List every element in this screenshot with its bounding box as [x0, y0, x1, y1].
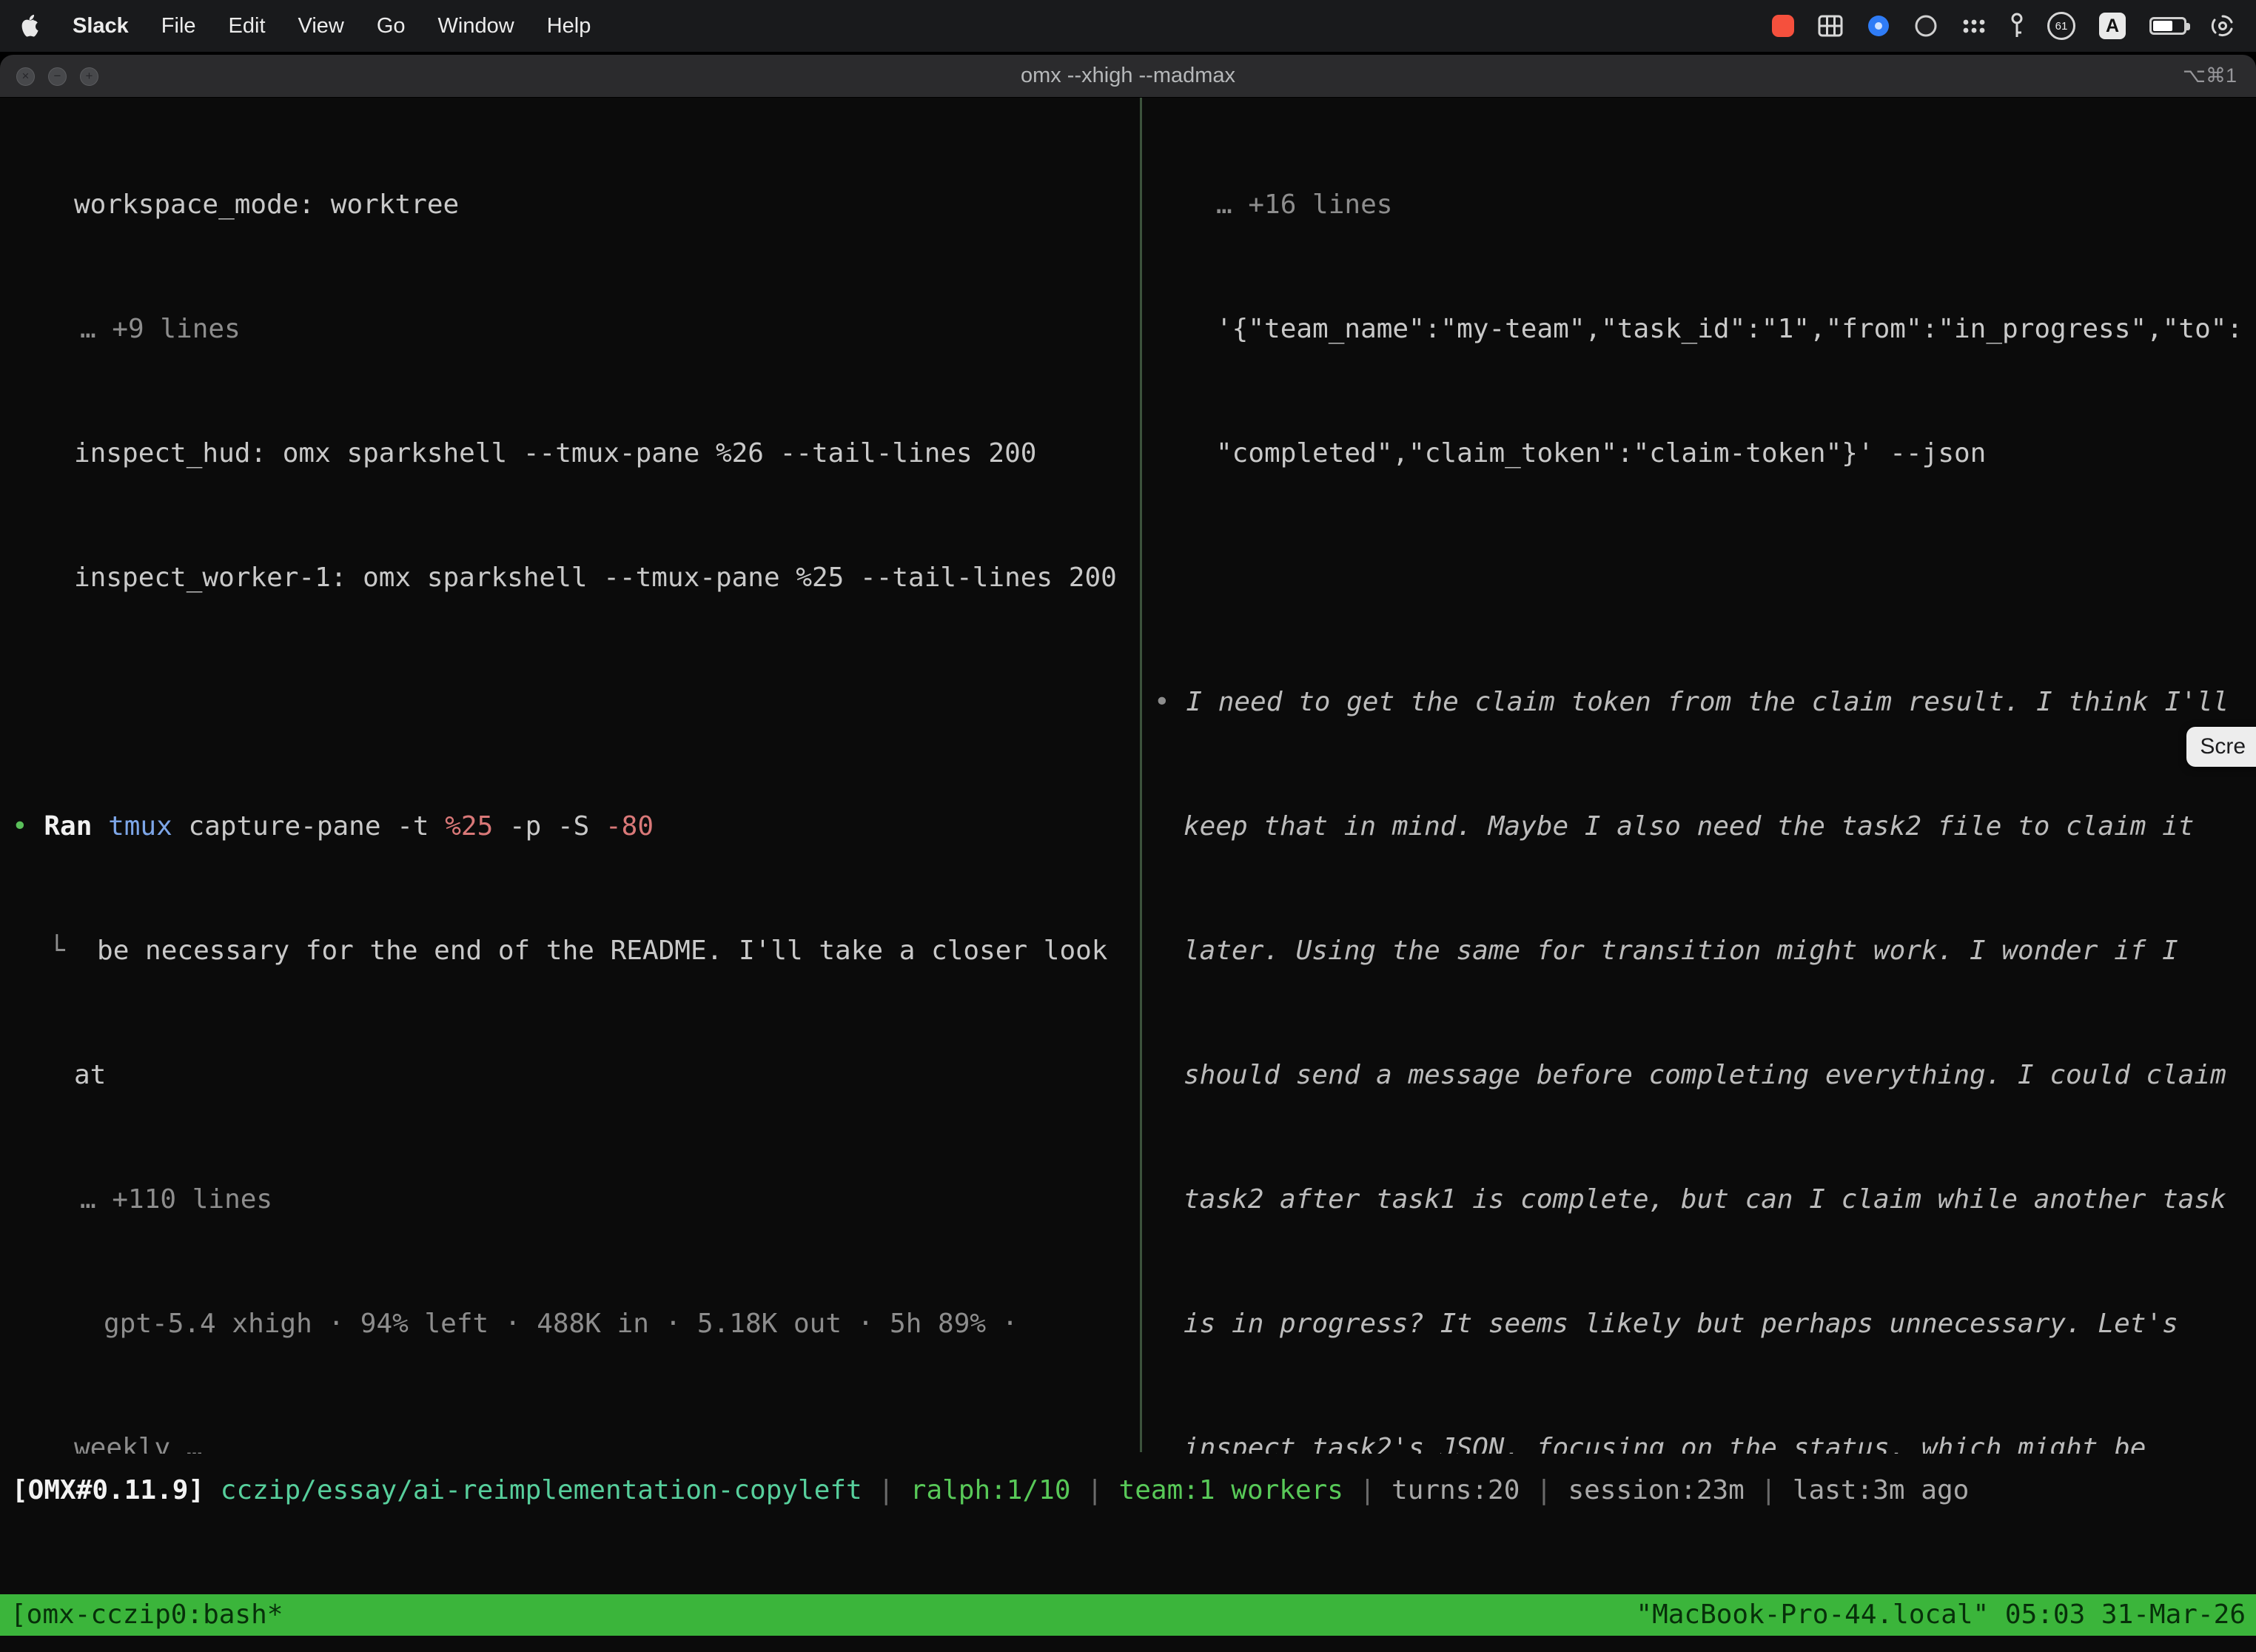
thinking-line: task2 after task1 is complete, but can I…	[1142, 1179, 2256, 1220]
omx-turns: turns:20	[1391, 1475, 1520, 1505]
menu-edit[interactable]: Edit	[229, 14, 266, 38]
thinking-line: is in progress? It seems likely but perh…	[1142, 1303, 2256, 1345]
screen-share-tooltip: Scre	[2186, 727, 2256, 767]
close-button[interactable]: ×	[16, 67, 35, 86]
output-connector: └	[49, 936, 97, 966]
command-output: weekly …	[0, 1428, 1140, 1454]
command-output: └ be necessary for the end of the README…	[0, 930, 1140, 972]
minimize-button[interactable]: −	[48, 67, 67, 86]
omx-status-bar: [OMX#0.11.9] cczip/essay/ai-reimplementa…	[0, 1470, 2256, 1511]
command-line: • Ran tmux capture-pane -t %25 -p -S -80	[0, 806, 1140, 847]
omx-repo: cczip/essay/ai-reimplementation-copyleft	[221, 1475, 862, 1505]
input-source-label: A	[2106, 16, 2119, 37]
menu-app-name[interactable]: Slack	[73, 14, 129, 38]
key-icon[interactable]	[2010, 13, 2024, 39]
macos-menu-bar: Slack File Edit View Go Window Help 61 A	[0, 0, 2256, 52]
menu-go[interactable]: Go	[377, 14, 406, 38]
tmux-status-bar: [omx-cczip0:bash* "MacBook-Pro-44.local"…	[0, 1594, 2256, 1636]
battery-icon[interactable]	[2149, 17, 2186, 35]
tmux-session-label: [omx-cczip0:bash*	[10, 1594, 283, 1636]
command-output: at	[0, 1055, 1140, 1096]
collapsed-lines-indicator: … +16 lines	[1142, 184, 2256, 226]
collapsed-lines-indicator: … +9 lines	[0, 309, 1140, 350]
battery-percent-icon[interactable]: 61	[2047, 12, 2075, 40]
command-output: gpt-5.4 xhigh · 94% left · 488K in · 5.1…	[0, 1303, 1140, 1345]
omx-ralph-counter: ralph:1/10	[910, 1475, 1071, 1505]
thinking-line: later. Using the same for transition mig…	[1142, 930, 2256, 972]
terminal-line: '{"team_name":"my-team","task_id":"1","f…	[1142, 309, 2256, 350]
apple-menu-icon[interactable]	[21, 14, 40, 38]
thinking-line: keep that in mind. Maybe I also need the…	[1142, 806, 2256, 847]
circle-app-icon[interactable]	[1914, 14, 1938, 38]
window-title-bar[interactable]: × − + omx --xhigh --madmax ⌥⌘1	[0, 55, 2256, 98]
terminal-line: inspect_hud: omx sparkshell --tmux-pane …	[0, 433, 1140, 474]
tmux-host-clock: "MacBook-Pro-44.local" 05:03 31-Mar-26	[1636, 1594, 2246, 1636]
omx-team-workers: team:1 workers	[1119, 1475, 1343, 1505]
grid-icon[interactable]	[1818, 15, 1843, 37]
screen-recording-icon[interactable]	[1772, 15, 1794, 37]
terminal-line: inspect_worker-1: omx sparkshell --tmux-…	[0, 557, 1140, 599]
terminal-line: workspace_mode: worktree	[0, 184, 1140, 226]
tmux-pane-right[interactable]: … +16 lines '{"team_name":"my-team","tas…	[1142, 98, 2256, 1454]
terminal-line: "completed","claim_token":"claim-token"}…	[1142, 433, 2256, 474]
menu-help[interactable]: Help	[547, 14, 591, 38]
terminal-window: × − + omx --xhigh --madmax ⌥⌘1 workspace…	[0, 55, 2256, 1652]
menu-view[interactable]: View	[298, 14, 344, 38]
dots-grid-icon[interactable]	[1961, 16, 1987, 36]
thinking-line: inspect task2's JSON, focusing on the st…	[1142, 1428, 2256, 1454]
window-shortcut-hint: ⌥⌘1	[2183, 64, 2237, 87]
omx-session-time: session:23m	[1568, 1475, 1744, 1505]
menu-file[interactable]: File	[161, 14, 196, 38]
thinking-line: • I need to get the claim token from the…	[1142, 682, 2256, 723]
thinking-line: should send a message before completing …	[1142, 1055, 2256, 1096]
tmux-pane-divider[interactable]	[1140, 98, 1142, 1452]
zoom-button[interactable]: +	[80, 67, 98, 86]
bullet-icon: •	[12, 811, 44, 842]
blue-app-icon[interactable]	[1867, 14, 1890, 38]
swirl-icon[interactable]	[2210, 13, 2235, 38]
omx-version: [OMX#0.11.9]	[12, 1475, 204, 1505]
tmux-pane-left[interactable]: workspace_mode: worktree … +9 lines insp…	[0, 98, 1140, 1454]
menu-window[interactable]: Window	[438, 14, 514, 38]
collapsed-lines-indicator: … +110 lines	[0, 1179, 1140, 1220]
input-source-icon[interactable]: A	[2099, 13, 2126, 39]
window-title: omx --xhigh --madmax	[1021, 64, 1235, 88]
bullet-icon: •	[1154, 687, 1186, 717]
battery-percent-value: 61	[2055, 20, 2068, 33]
omx-last-activity: last:3m ago	[1793, 1475, 1969, 1505]
